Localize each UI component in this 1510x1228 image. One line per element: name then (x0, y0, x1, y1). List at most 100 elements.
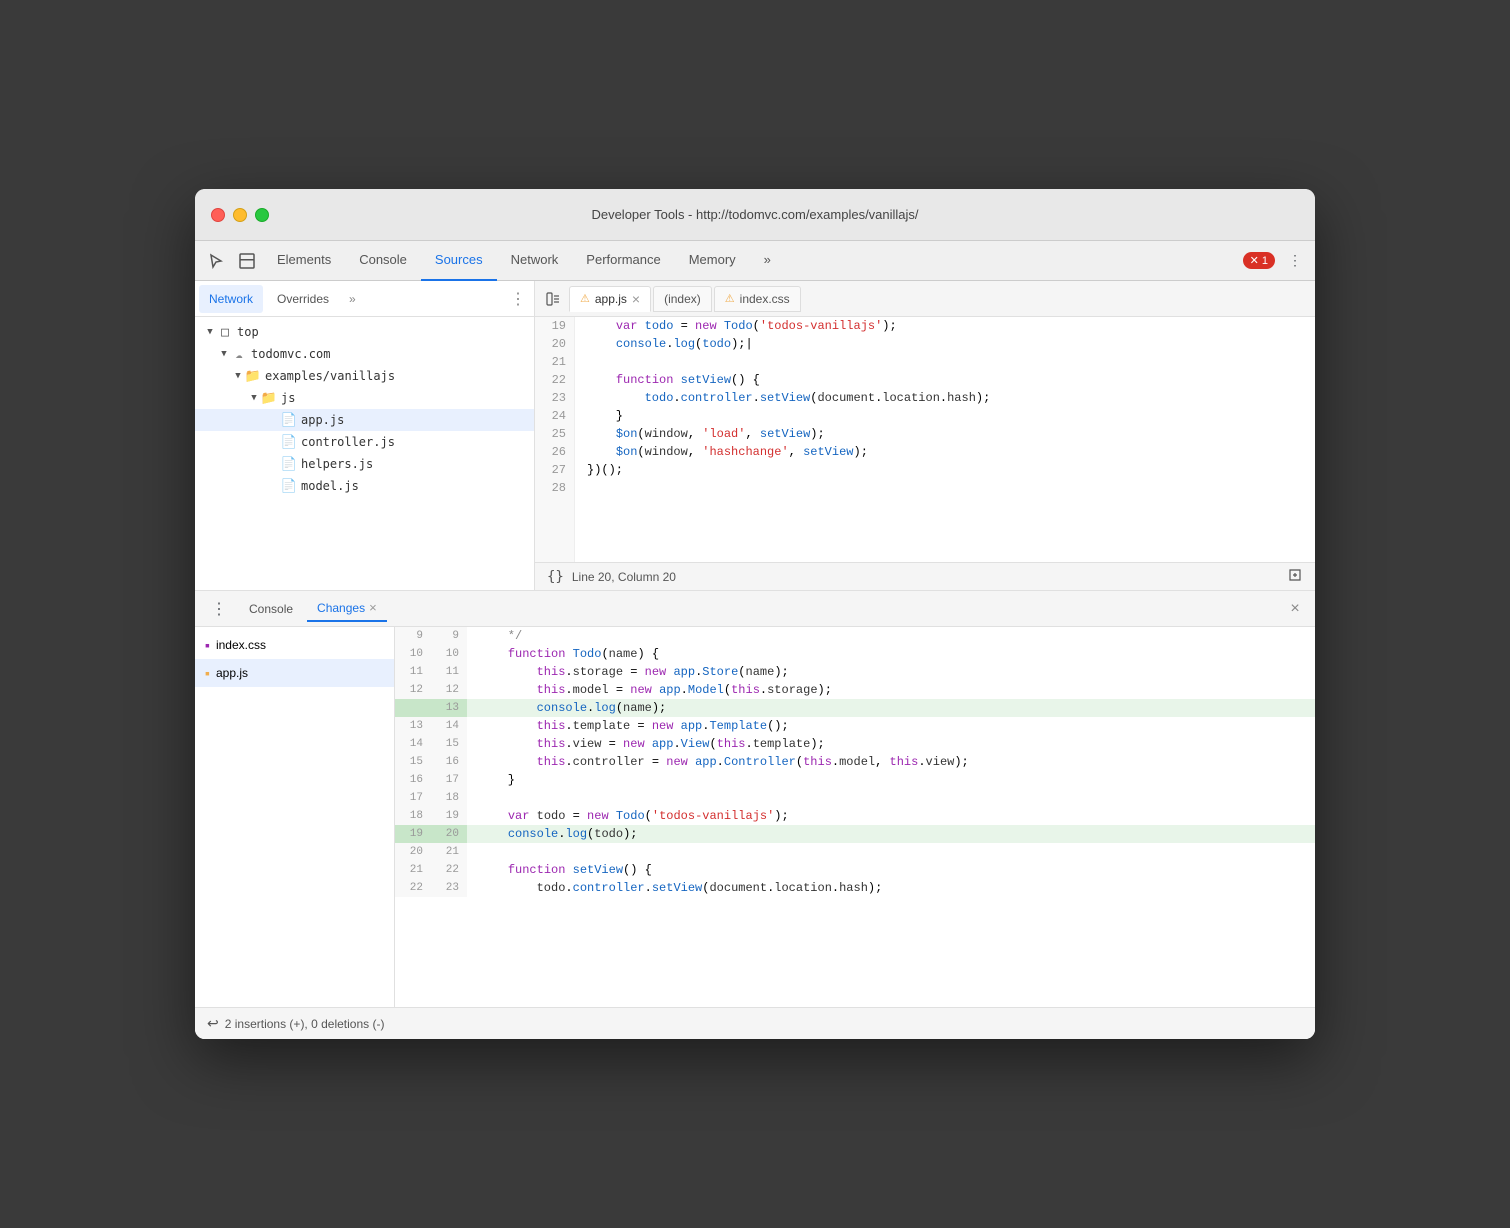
code-line: })(); (587, 461, 1303, 479)
tabs-right: ✕ 1 ⋮ (1243, 245, 1311, 277)
file-tree: ▼ □ top ▼ ☁ todomvc.com ▼ 📁 examples/ (195, 317, 534, 590)
diff-content (467, 843, 486, 861)
traffic-lights (211, 208, 269, 222)
bottom-tab-changes[interactable]: Changes × (307, 596, 387, 622)
line-num: 20 (535, 335, 574, 353)
undo-icon[interactable]: ↩ (207, 1015, 219, 1032)
tree-label-todomvc: todomvc.com (251, 347, 330, 361)
tree-item-examples[interactable]: ▼ 📁 examples/vanillajs (195, 365, 534, 387)
old-line-num: 13 (395, 717, 431, 735)
diff-content: console.log(name); (467, 699, 666, 717)
diff-content: console.log(todo); (467, 825, 637, 843)
maximize-button[interactable] (255, 208, 269, 222)
diff-line: 13 14 this.template = new app.Template()… (395, 717, 1315, 735)
diff-content: function Todo(name) { (467, 645, 659, 663)
bottom-tab-console[interactable]: Console (239, 596, 303, 622)
line-num: 25 (535, 425, 574, 443)
dock-icon[interactable] (231, 245, 263, 277)
diff-line: 14 15 this.view = new app.View(this.temp… (395, 735, 1315, 753)
window-title: Developer Tools - http://todomvc.com/exa… (591, 207, 918, 222)
close-tab-icon[interactable]: × (632, 292, 640, 306)
bottom-content: ▪ index.css ▪ app.js 9 9 (195, 627, 1315, 1007)
close-bottom-panel-button[interactable]: × (1283, 597, 1307, 621)
toggle-button[interactable] (539, 286, 567, 312)
tree-label-top: top (237, 325, 259, 339)
bottom-menu-icon[interactable]: ⋮ (203, 593, 235, 625)
code-tab-index[interactable]: (index) (653, 286, 712, 312)
minimize-button[interactable] (233, 208, 247, 222)
js-file-icon: 📄 (281, 434, 297, 450)
diff-content (467, 789, 486, 807)
tree-item-top[interactable]: ▼ □ top (195, 321, 534, 343)
tree-item-modeljs[interactable]: ▶ 📄 model.js (195, 475, 534, 497)
close-button[interactable] (211, 208, 225, 222)
tab-memory[interactable]: Memory (675, 241, 750, 281)
new-line-num: 12 (431, 681, 467, 699)
panel-tab-overrides[interactable]: Overrides (267, 285, 339, 313)
format-icon[interactable]: {} (547, 569, 564, 585)
js-file-icon: 📄 (281, 478, 297, 494)
diff-content: this.model = new app.Model(this.storage)… (467, 681, 832, 699)
diff-content: this.template = new app.Template(); (467, 717, 789, 735)
title-bar: Developer Tools - http://todomvc.com/exa… (195, 189, 1315, 241)
tree-item-appjs[interactable]: ▶ 📄 app.js (195, 409, 534, 431)
bottom-panel: ⋮ Console Changes × × ▪ index.css (195, 591, 1315, 1039)
old-line-num: 17 (395, 789, 431, 807)
folder-icon: 📁 (261, 390, 277, 406)
panel-tab-more[interactable]: » (343, 290, 362, 308)
tab-sources[interactable]: Sources (421, 241, 497, 281)
cursor-icon[interactable] (199, 245, 231, 277)
code-tab-appjs[interactable]: ⚠ app.js × (569, 286, 651, 312)
tab-elements[interactable]: Elements (263, 241, 345, 281)
bottom-status-text: 2 insertions (+), 0 deletions (-) (225, 1017, 385, 1031)
main-content: Network Overrides » ⋮ ▼ □ top (195, 281, 1315, 1039)
new-line-num: 17 (431, 771, 467, 789)
old-line-num: 20 (395, 843, 431, 861)
tree-item-helpersjs[interactable]: ▶ 📄 helpers.js (195, 453, 534, 475)
diff-content: } (467, 771, 515, 789)
code-line: $on(window, 'load', setView); (587, 425, 1303, 443)
panel-menu-button[interactable]: ⋮ (506, 287, 530, 311)
tab-network[interactable]: Network (497, 241, 573, 281)
tree-item-todomvc[interactable]: ▼ ☁ todomvc.com (195, 343, 534, 365)
tab-performance[interactable]: Performance (572, 241, 674, 281)
code-line: var todo = new Todo('todos-vanillajs'); (587, 317, 1303, 335)
code-content[interactable]: var todo = new Todo('todos-vanillajs'); … (575, 317, 1315, 562)
old-line-num: 14 (395, 735, 431, 753)
diff-area: 9 9 */ 10 10 function Todo(name) { (395, 627, 1315, 1007)
cloud-icon: ☁ (231, 346, 247, 362)
tree-label-appjs: app.js (301, 413, 344, 427)
js-file-icon: 📄 (281, 412, 297, 428)
line-num: 27 (535, 461, 574, 479)
diff-content: this.storage = new app.Store(name); (467, 663, 789, 681)
changes-close-icon[interactable]: × (369, 600, 377, 615)
diff-line: 20 21 (395, 843, 1315, 861)
tab-more[interactable]: » (750, 241, 785, 281)
line-numbers: 19 20 21 22 23 24 25 26 27 28 (535, 317, 575, 562)
devtools-tabs: Elements Console Sources Network Perform… (195, 241, 1315, 281)
settings-icon[interactable]: ⋮ (1279, 245, 1311, 277)
warn-icon: ⚠ (725, 292, 735, 305)
line-num: 21 (535, 353, 574, 371)
error-badge[interactable]: ✕ 1 (1243, 252, 1275, 269)
change-file-indexcss[interactable]: ▪ index.css (195, 631, 394, 659)
tree-item-js[interactable]: ▼ 📁 js (195, 387, 534, 409)
new-line-num: 23 (431, 879, 467, 897)
tab-console[interactable]: Console (345, 241, 421, 281)
tree-item-controllerjs[interactable]: ▶ 📄 controller.js (195, 431, 534, 453)
diff-line: 17 18 (395, 789, 1315, 807)
panel-tab-network[interactable]: Network (199, 285, 263, 313)
status-bar-right[interactable] (1287, 567, 1303, 586)
code-panel: ⚠ app.js × (index) ⚠ index.css (535, 281, 1315, 590)
status-bar: {} Line 20, Column 20 (535, 562, 1315, 590)
old-line-num: 12 (395, 681, 431, 699)
warn-icon: ⚠ (580, 292, 590, 305)
code-line: function setView() { (587, 371, 1303, 389)
line-num: 23 (535, 389, 574, 407)
change-file-appjs[interactable]: ▪ app.js (195, 659, 394, 687)
diff-line: 21 22 function setView() { (395, 861, 1315, 879)
diff-line: 16 17 } (395, 771, 1315, 789)
diff-content: var todo = new Todo('todos-vanillajs'); (467, 807, 789, 825)
code-tab-indexcss[interactable]: ⚠ index.css (714, 286, 801, 312)
new-line-num: 18 (431, 789, 467, 807)
